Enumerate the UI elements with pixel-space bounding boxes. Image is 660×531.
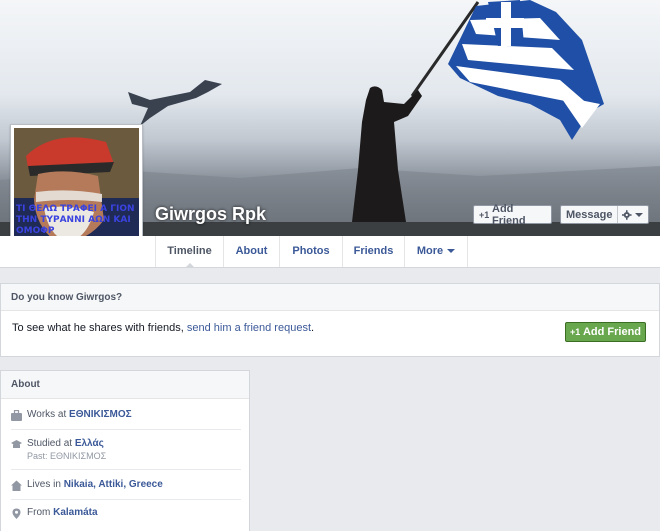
- map-pin-icon: [12, 508, 21, 519]
- button-divider: [617, 206, 619, 223]
- about-from-text: From Kalamáta: [27, 507, 98, 518]
- add-friend-green-button[interactable]: +1 Add Friend: [565, 322, 646, 342]
- from-link[interactable]: Kalamáta: [53, 507, 97, 518]
- message-label: Message: [566, 208, 613, 221]
- profile-tabs: Timeline About Photos Friends More: [0, 236, 660, 268]
- education-link[interactable]: Ελλάς: [75, 438, 104, 449]
- about-education-past: Past: ΕΘΝΙΚΙΣΜΟΣ: [27, 451, 107, 461]
- avatar: ΤΙ ΘΕΛΩ ΤΡΑΦΕΙ Α ΓΙΟΝ ΤΗΝ ΤΥΡΑΝΝΙ ΑΩΝ ΚΑ…: [14, 128, 139, 253]
- tab-about[interactable]: About: [223, 236, 279, 267]
- gear-icon[interactable]: [622, 209, 632, 220]
- jet-shape: [128, 80, 222, 126]
- about-education-prefix: Studied at: [27, 438, 75, 449]
- about-work-text: Works at ΕΘΝΙΚΙΣΜΟΣ: [27, 409, 132, 420]
- friend-request-title: Do you know Giwrgos?: [1, 284, 659, 311]
- tab-more-label: More: [416, 245, 444, 257]
- home-icon: [11, 480, 22, 491]
- about-lives-prefix: Lives in: [27, 479, 64, 490]
- avatar-caption: ΤΙ ΘΕΛΩ ΤΡΑΦΕΙ Α ΓΙΟΝ ΤΗΝ ΤΥΡΑΝΝΙ ΑΩΝ ΚΑ…: [16, 204, 135, 236]
- about-education: Studied at Ελλάς Past: ΕΘΝΙΚΙΣΜΟΣ: [11, 438, 241, 470]
- about-title: About: [1, 371, 249, 399]
- add-friend-label: Add Friend: [492, 202, 526, 227]
- about-box: About Works at ΕΘΝΙΚΙΣΜΟΣ Studied at Ελλ…: [0, 370, 250, 531]
- chevron-down-icon: [635, 212, 643, 217]
- briefcase-icon: [11, 410, 22, 421]
- about-work: Works at ΕΘΝΙΚΙΣΜΟΣ: [11, 409, 241, 430]
- add-friend-button[interactable]: +1 Add Friend: [473, 202, 552, 227]
- greek-flag: [448, 0, 604, 140]
- tab-friends[interactable]: Friends: [342, 236, 404, 267]
- send-friend-request-link[interactable]: send him a friend request: [187, 322, 311, 334]
- tab-more[interactable]: More: [404, 236, 468, 267]
- work-link[interactable]: ΕΘΝΙΚΙΣΜΟΣ: [69, 409, 132, 420]
- friend-request-box: Do you know Giwrgos? To see what he shar…: [0, 283, 660, 357]
- about-education-text: Studied at Ελλάς: [27, 438, 104, 449]
- tab-friends-label: Friends: [353, 245, 394, 257]
- about-from-prefix: From: [27, 507, 54, 518]
- tab-photos-label: Photos: [292, 245, 330, 257]
- lives-link[interactable]: Nikaia, Attiki, Greece: [64, 479, 163, 490]
- tab-about-label: About: [235, 245, 268, 257]
- plus-person-icon: +1: [479, 209, 490, 220]
- tab-photos[interactable]: Photos: [279, 236, 342, 267]
- graduation-icon: [11, 440, 22, 448]
- about-work-prefix: Works at: [27, 409, 70, 420]
- about-from: From Kalamáta: [11, 507, 241, 528]
- chevron-down-icon: [447, 249, 456, 254]
- tab-timeline-label: Timeline: [167, 245, 212, 257]
- friend-request-suffix: .: [311, 322, 315, 334]
- tab-timeline[interactable]: Timeline: [155, 236, 223, 268]
- friend-request-body: To see what he shares with friends, send…: [1, 311, 659, 357]
- plus-person-icon: +1: [569, 327, 581, 337]
- message-button[interactable]: Message: [560, 205, 649, 224]
- profile-name[interactable]: Giwrgos Rpk: [155, 204, 266, 225]
- about-lives: Lives in Nikaia, Attiki, Greece: [11, 479, 241, 500]
- about-lives-text: Lives in Nikaia, Attiki, Greece: [27, 479, 163, 490]
- friend-request-text: To see what he shares with friends, send…: [12, 322, 314, 334]
- add-friend-green-label: Add Friend: [582, 326, 642, 338]
- friend-request-prefix: To see what he shares with friends,: [12, 322, 187, 334]
